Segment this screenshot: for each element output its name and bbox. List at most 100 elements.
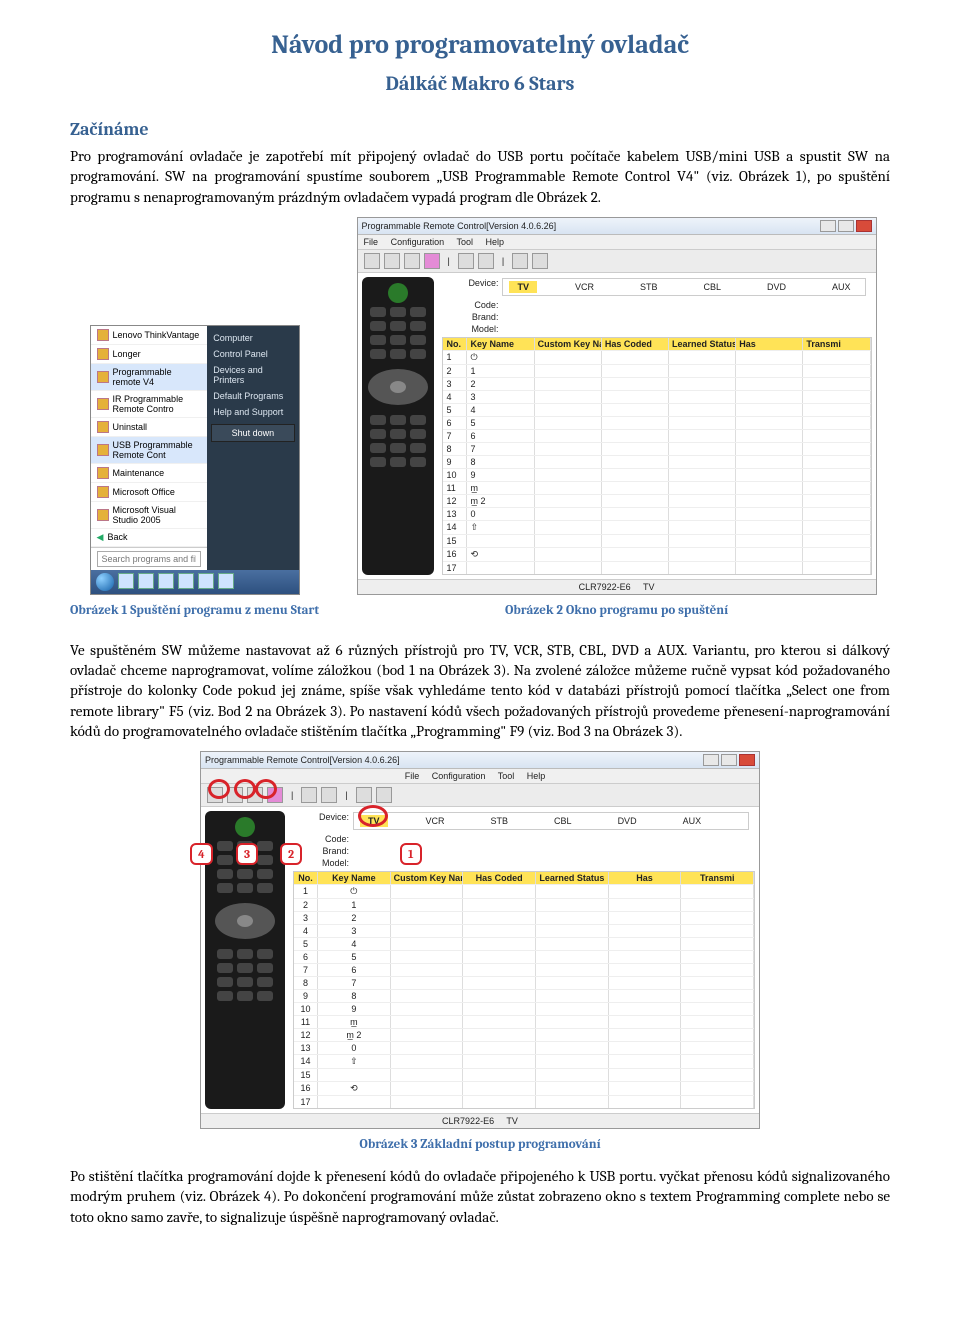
maximize-icon[interactable] (838, 220, 854, 232)
table-row[interactable]: 15 (443, 534, 870, 547)
menu-config[interactable]: Configuration (432, 771, 486, 781)
table-row[interactable]: 43 (443, 390, 870, 403)
sm-right-item[interactable]: Default Programs (211, 388, 294, 404)
search-icon[interactable] (424, 253, 440, 269)
sm-item[interactable]: Longer (113, 349, 202, 359)
table-row[interactable]: 32 (294, 911, 754, 924)
sm-right-item[interactable]: Devices and Printers (211, 362, 294, 388)
table-row[interactable]: 98 (294, 989, 754, 1002)
table-row[interactable]: 87 (294, 976, 754, 989)
menu-file[interactable]: File (364, 237, 379, 247)
task-icon[interactable] (198, 573, 214, 589)
table-row[interactable]: 1⏻ (294, 884, 754, 898)
task-icon[interactable] (158, 573, 174, 589)
table-row[interactable]: 17 (294, 1095, 754, 1108)
tab-dvd[interactable]: DVD (759, 281, 794, 293)
sm-item[interactable]: Uninstall (113, 422, 202, 432)
tab-aux[interactable]: AUX (824, 281, 859, 293)
sm-item-usb[interactable]: USB Programmable Remote Cont (113, 440, 202, 460)
minimize-icon[interactable] (703, 754, 719, 766)
table-row[interactable]: 130 (294, 1041, 754, 1054)
task-icon[interactable] (138, 573, 154, 589)
tab-dvd[interactable]: DVD (610, 815, 645, 827)
tool-icon[interactable] (404, 253, 420, 269)
table-row[interactable]: 16⟲ (294, 1081, 754, 1095)
table-row[interactable]: 14⇧ (443, 520, 870, 534)
close-icon[interactable] (739, 754, 755, 766)
tool-icon[interactable] (532, 253, 548, 269)
figure-2-app-window: Programmable Remote Control[Version 4.0.… (357, 217, 877, 595)
sm-item[interactable]: IR Programmable Remote Contro (113, 394, 202, 414)
table-row[interactable]: 15 (294, 1068, 754, 1081)
task-icon[interactable] (118, 573, 134, 589)
tool-icon[interactable] (376, 787, 392, 803)
tool-icon[interactable] (364, 253, 380, 269)
sm-right-item[interactable]: Control Panel (211, 346, 294, 362)
table-row[interactable]: 109 (443, 468, 870, 481)
table-row[interactable]: 11m̲ (443, 481, 870, 494)
table-row[interactable]: 12m̲ 2 (294, 1028, 754, 1041)
sm-item[interactable]: Microsoft Office (113, 487, 202, 497)
table-row[interactable]: 87 (443, 442, 870, 455)
table-row[interactable]: 16⟲ (443, 547, 870, 561)
minimize-icon[interactable] (820, 220, 836, 232)
table-row[interactable]: 130 (443, 507, 870, 520)
tab-cbl[interactable]: CBL (696, 281, 730, 293)
menu-tool[interactable]: Tool (498, 771, 515, 781)
tool-icon[interactable] (301, 787, 317, 803)
table-row[interactable]: 54 (294, 937, 754, 950)
table-row[interactable]: 21 (443, 364, 870, 377)
sm-item-highlight[interactable]: Programmable remote V4 (113, 367, 202, 387)
table-row[interactable]: 17 (443, 561, 870, 574)
sm-item[interactable]: Maintenance (113, 468, 202, 478)
table-row[interactable]: 21 (294, 898, 754, 911)
label-device: Device: (448, 278, 498, 298)
table-row[interactable]: 14⇧ (294, 1054, 754, 1068)
table-row[interactable]: 109 (294, 1002, 754, 1015)
menu-help[interactable]: Help (486, 237, 505, 247)
table-row[interactable]: 43 (294, 924, 754, 937)
tool-icon[interactable] (458, 253, 474, 269)
tab-vcr[interactable]: VCR (567, 281, 602, 293)
table-row[interactable]: 12m̲ 2 (443, 494, 870, 507)
close-icon[interactable] (856, 220, 872, 232)
menu-file[interactable]: File (405, 771, 420, 781)
task-icon[interactable] (178, 573, 194, 589)
table-row[interactable]: 65 (443, 416, 870, 429)
menu-tool[interactable]: Tool (456, 237, 473, 247)
table-row[interactable]: 76 (443, 429, 870, 442)
table-row[interactable]: 54 (443, 403, 870, 416)
shutdown-button[interactable]: Shut down (211, 424, 294, 442)
sm-back[interactable]: Back (107, 532, 201, 542)
tab-aux[interactable]: AUX (675, 815, 710, 827)
tool-icon[interactable] (478, 253, 494, 269)
sm-item[interactable]: Microsoft Visual Studio 2005 (113, 505, 202, 525)
tab-tv[interactable]: TV (509, 281, 537, 293)
highlight-ring-3 (234, 779, 256, 799)
col-transmit: Transmi (681, 872, 754, 884)
figure-3-app-window: Programmable Remote Control[Version 4.0.… (200, 751, 760, 1129)
task-icon[interactable] (218, 573, 234, 589)
tool-icon[interactable] (384, 253, 400, 269)
maximize-icon[interactable] (721, 754, 737, 766)
sm-right-item[interactable]: Computer (211, 330, 294, 346)
tab-stb[interactable]: STB (483, 815, 517, 827)
tool-icon[interactable] (321, 787, 337, 803)
menu-config[interactable]: Configuration (391, 237, 445, 247)
startmenu-search[interactable] (97, 551, 202, 567)
table-row[interactable]: 11m̲ (294, 1015, 754, 1028)
sm-item[interactable]: Lenovo ThinkVantage (113, 330, 202, 340)
tool-icon[interactable] (512, 253, 528, 269)
table-row[interactable]: 32 (443, 377, 870, 390)
tab-cbl[interactable]: CBL (546, 815, 580, 827)
menu-help[interactable]: Help (527, 771, 546, 781)
table-row[interactable]: 98 (443, 455, 870, 468)
table-row[interactable]: 76 (294, 963, 754, 976)
tab-vcr[interactable]: VCR (418, 815, 453, 827)
tool-icon[interactable] (356, 787, 372, 803)
sm-right-item[interactable]: Help and Support (211, 404, 294, 420)
tab-stb[interactable]: STB (632, 281, 666, 293)
table-row[interactable]: 1⏻ (443, 350, 870, 364)
table-row[interactable]: 65 (294, 950, 754, 963)
start-orb-icon[interactable] (96, 573, 114, 591)
